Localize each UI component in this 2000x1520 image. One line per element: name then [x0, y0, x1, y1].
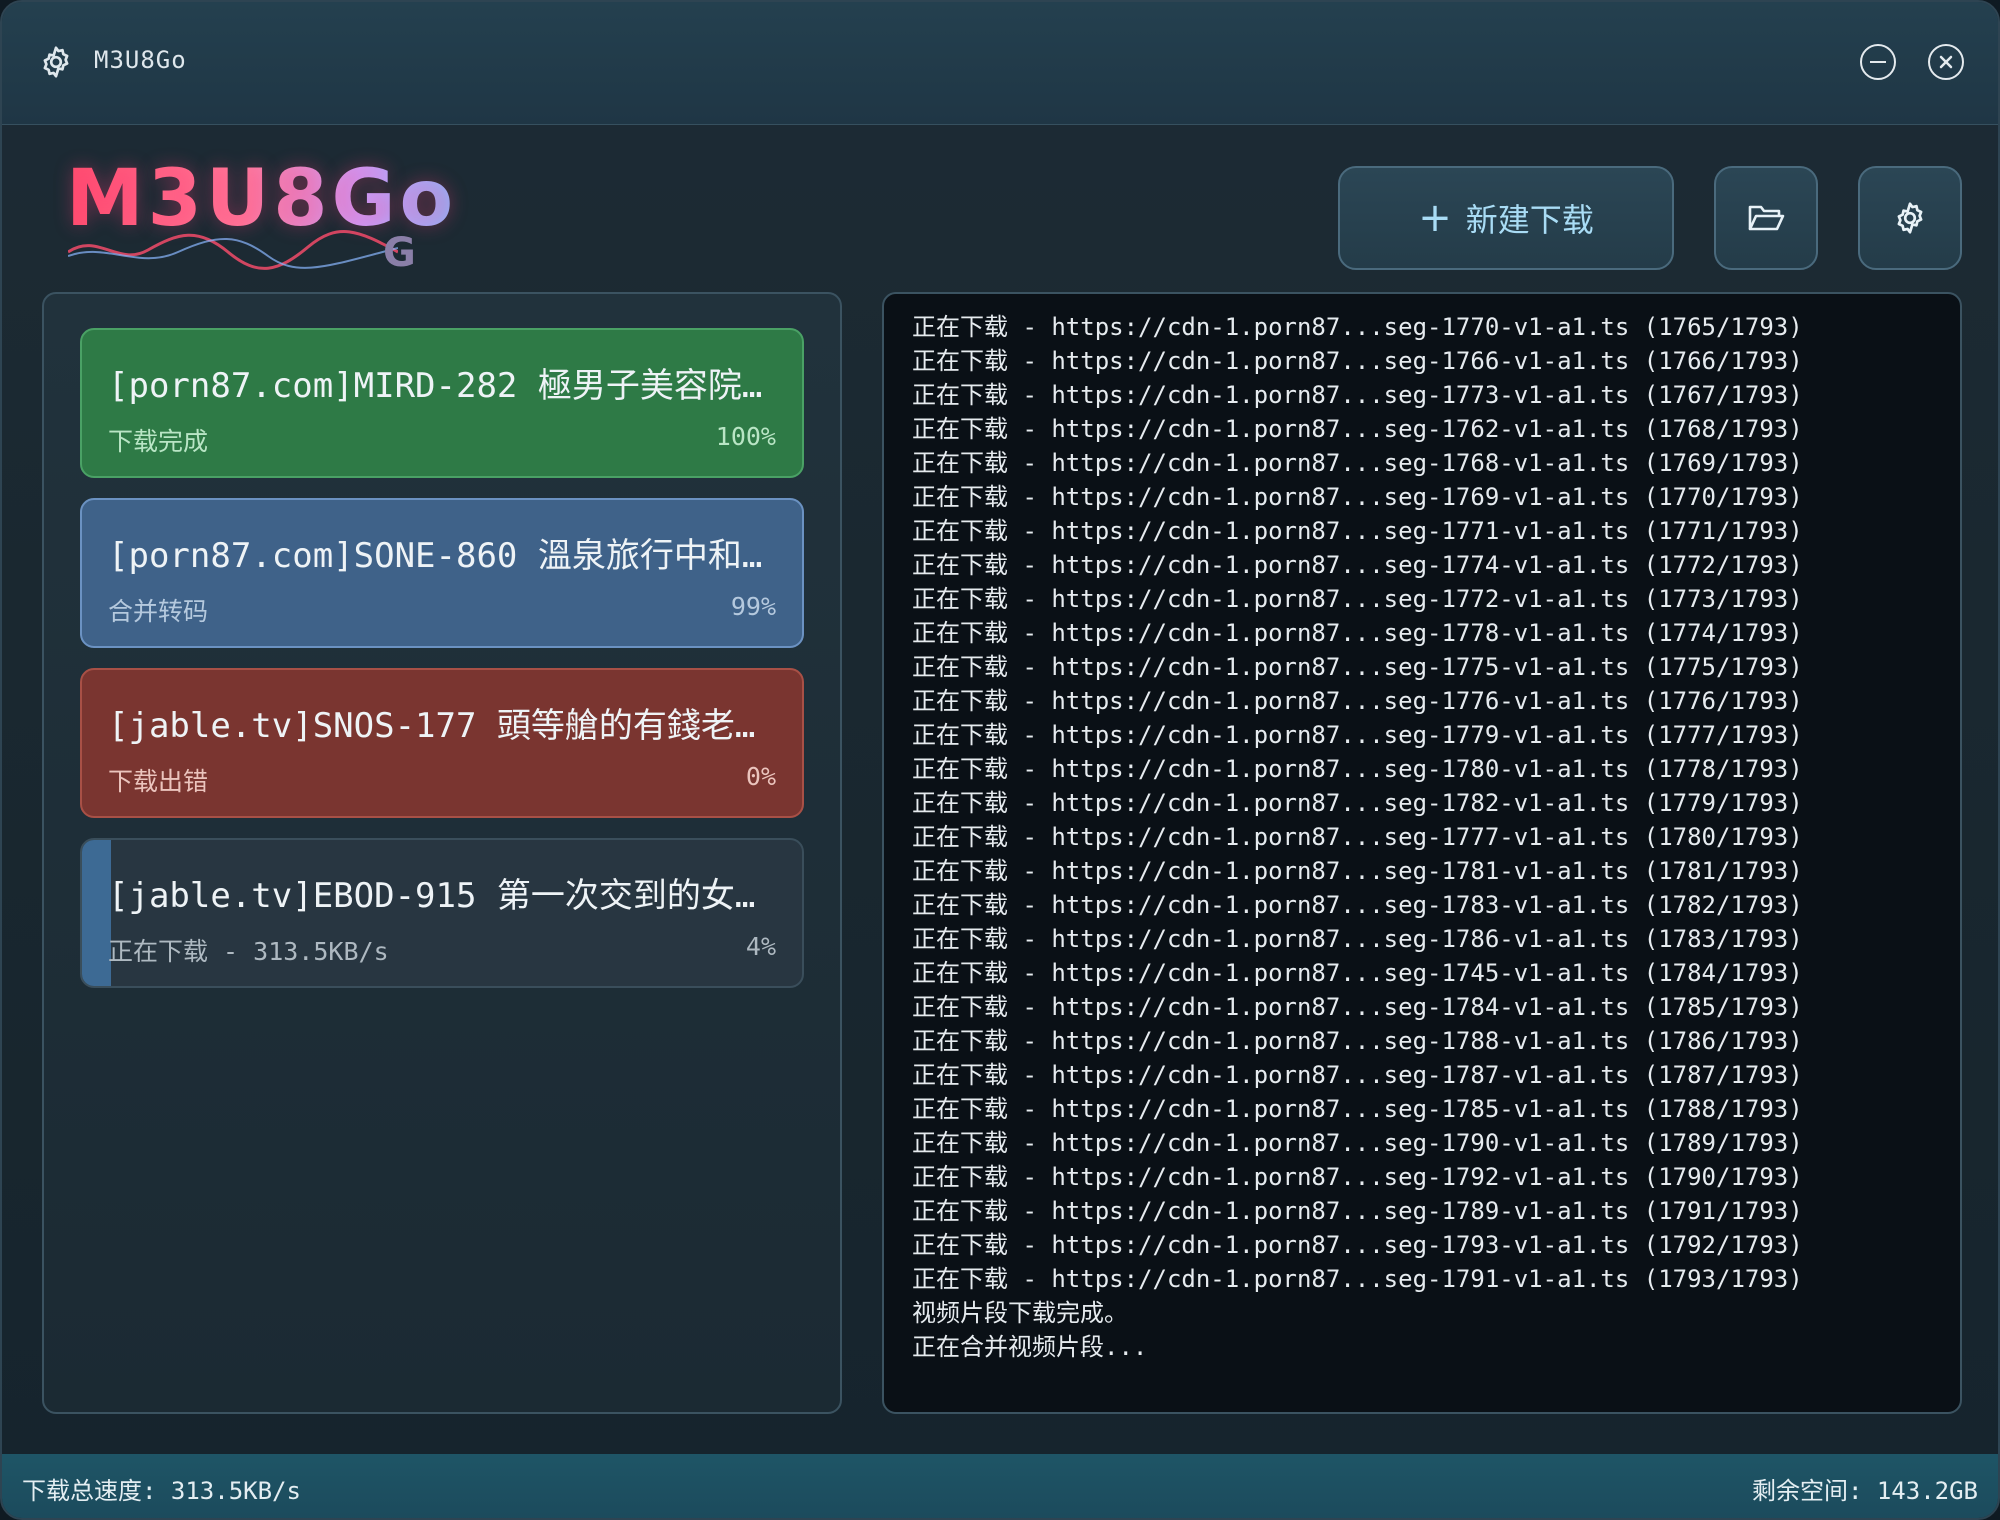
- log-line: 正在合并视频片段...: [912, 1333, 1148, 1361]
- log-line: 正在下载 - https://cdn-1.porn87...seg-1745-v…: [912, 959, 1803, 987]
- log-line: 正在下载 - https://cdn-1.porn87...seg-1787-v…: [912, 1061, 1803, 1089]
- log-line: 正在下载 - https://cdn-1.porn87...seg-1782-v…: [912, 789, 1803, 817]
- task-title: [jable.tv]EBOD-915 第一次交到的女…: [108, 876, 756, 916]
- task-percent: 4%: [745, 932, 776, 961]
- new-download-button[interactable]: + 新建下载: [1338, 166, 1674, 270]
- log-line: 正在下载 - https://cdn-1.porn87...seg-1768-v…: [912, 449, 1803, 477]
- plus-icon: +: [1418, 195, 1452, 241]
- gear-icon[interactable]: [38, 44, 74, 80]
- log-line: 正在下载 - https://cdn-1.porn87...seg-1793-v…: [912, 1231, 1803, 1259]
- log-line: 正在下载 - https://cdn-1.porn87...seg-1784-v…: [912, 993, 1803, 1021]
- settings-button[interactable]: [1858, 166, 1962, 270]
- log-line: 正在下载 - https://cdn-1.porn87...seg-1792-v…: [912, 1163, 1803, 1191]
- task-percent: 100%: [715, 422, 776, 451]
- total-speed: 下载总速度: 313.5KB/s: [22, 1476, 301, 1505]
- task-title: [jable.tv]SNOS-177 頭等艙的有錢老…: [108, 706, 756, 746]
- log-line: 正在下载 - https://cdn-1.porn87...seg-1774-v…: [912, 551, 1803, 579]
- log-line: 正在下载 - https://cdn-1.porn87...seg-1788-v…: [912, 1027, 1803, 1055]
- log-line: 正在下载 - https://cdn-1.porn87...seg-1778-v…: [912, 619, 1803, 647]
- log-line: 正在下载 - https://cdn-1.porn87...seg-1779-v…: [912, 721, 1803, 749]
- task-status: 下载完成: [108, 427, 209, 456]
- log-line: 正在下载 - https://cdn-1.porn87...seg-1791-v…: [912, 1265, 1803, 1293]
- new-download-label: 新建下载: [1465, 201, 1594, 239]
- app-logo: M3U8Go G: [58, 142, 458, 282]
- task-item[interactable]: [porn87.com]MIRD-282 極男子美容院… 下载完成 100%: [80, 328, 804, 478]
- log-line: 正在下载 - https://cdn-1.porn87...seg-1772-v…: [912, 585, 1803, 613]
- task-status: 合并转码: [108, 597, 209, 626]
- log-line: 正在下载 - https://cdn-1.porn87...seg-1775-v…: [912, 653, 1803, 681]
- task-percent: 99%: [730, 592, 776, 621]
- log-line: 正在下载 - https://cdn-1.porn87...seg-1766-v…: [912, 347, 1803, 375]
- log-panel[interactable]: 正在下载 - https://cdn-1.porn87...seg-1770-v…: [882, 292, 1962, 1414]
- log-line: 正在下载 - https://cdn-1.porn87...seg-1773-v…: [912, 381, 1803, 409]
- log-line: 正在下载 - https://cdn-1.porn87...seg-1780-v…: [912, 755, 1803, 783]
- log-line: 正在下载 - https://cdn-1.porn87...seg-1790-v…: [912, 1129, 1803, 1157]
- gear-icon: [1897, 202, 1923, 234]
- window-title: M3U8Go: [94, 46, 187, 74]
- open-folder-button[interactable]: [1714, 166, 1818, 270]
- task-list[interactable]: [porn87.com]MIRD-282 極男子美容院… 下载完成 100% […: [42, 292, 842, 1414]
- task-title: [porn87.com]MIRD-282 極男子美容院…: [108, 366, 763, 406]
- minimize-button[interactable]: [1860, 44, 1896, 80]
- task-status: 下载出错: [108, 767, 209, 796]
- log-line: 正在下载 - https://cdn-1.porn87...seg-1785-v…: [912, 1095, 1803, 1123]
- log-line: 正在下载 - https://cdn-1.porn87...seg-1786-v…: [912, 925, 1803, 953]
- title-bar[interactable]: M3U8Go: [2, 2, 1998, 125]
- log-line: 正在下载 - https://cdn-1.porn87...seg-1789-v…: [912, 1197, 1803, 1225]
- log-line: 视频片段下载完成。: [912, 1299, 1128, 1327]
- status-bar: 下载总速度: 313.5KB/s 剩余空间: 143.2GB: [2, 1454, 1998, 1518]
- close-icon: [1939, 55, 1953, 69]
- minus-icon: [1870, 60, 1886, 64]
- task-item[interactable]: [jable.tv]EBOD-915 第一次交到的女… 正在下载 - 313.5…: [80, 838, 804, 988]
- app-window: M3U8Go M3U8Go G + 新建下载 [porn87.com]MIRD-…: [0, 0, 2000, 1520]
- logo-sub: G: [383, 230, 416, 276]
- close-button[interactable]: [1928, 44, 1964, 80]
- log-line: 正在下载 - https://cdn-1.porn87...seg-1770-v…: [912, 313, 1803, 341]
- log-line: 正在下载 - https://cdn-1.porn87...seg-1762-v…: [912, 415, 1803, 443]
- task-percent: 0%: [745, 762, 776, 791]
- progress-fill: [82, 840, 111, 986]
- task-item[interactable]: [porn87.com]SONE-860 溫泉旅行中和… 合并转码 99%: [80, 498, 804, 648]
- task-status: 正在下载 - 313.5KB/s: [108, 937, 389, 966]
- log-line: 正在下载 - https://cdn-1.porn87...seg-1783-v…: [912, 891, 1803, 919]
- log-line: 正在下载 - https://cdn-1.porn87...seg-1781-v…: [912, 857, 1803, 885]
- log-line: 正在下载 - https://cdn-1.porn87...seg-1769-v…: [912, 483, 1803, 511]
- free-space: 剩余空间: 143.2GB: [1751, 1476, 1978, 1505]
- task-title: [porn87.com]SONE-860 溫泉旅行中和…: [108, 536, 763, 576]
- log-line: 正在下载 - https://cdn-1.porn87...seg-1776-v…: [912, 687, 1803, 715]
- folder-open-icon: [1748, 205, 1785, 231]
- task-item[interactable]: [jable.tv]SNOS-177 頭等艙的有錢老… 下载出错 0%: [80, 668, 804, 818]
- log-line: 正在下载 - https://cdn-1.porn87...seg-1771-v…: [912, 517, 1803, 545]
- log-line: 正在下载 - https://cdn-1.porn87...seg-1777-v…: [912, 823, 1803, 851]
